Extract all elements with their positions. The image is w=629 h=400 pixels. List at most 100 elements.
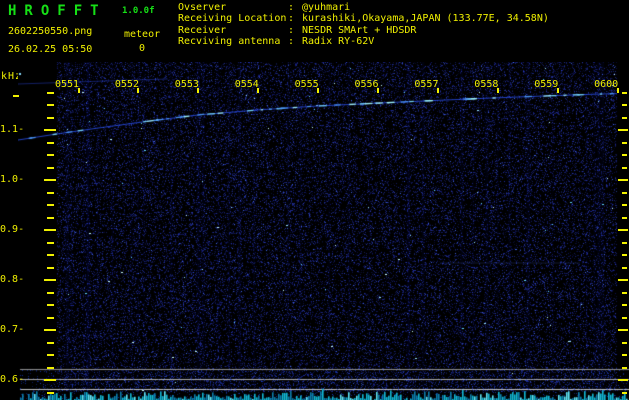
freq-axis-tick-left (47, 254, 54, 256)
hrofft-window: HROFFT 1.0.0f 2602250550.png meteor 26.0… (0, 0, 629, 400)
freq-axis-tick-left (47, 304, 54, 306)
time-axis-label: 0556 (354, 79, 379, 90)
time-axis-label: 0559 (534, 79, 559, 90)
station-info-row: Ovserver: @yuhmari (178, 2, 549, 13)
freq-axis-tick-right (622, 266, 627, 269)
freq-axis-tick-left (47, 116, 54, 119)
freq-axis-tick-right (622, 391, 627, 394)
time-axis-label: 0557 (414, 79, 439, 90)
freq-axis-tick-left (47, 166, 54, 169)
time-axis-label: 0554 (234, 79, 259, 90)
time-axis-label: 0551 (55, 79, 80, 90)
freq-axis-tick-right (622, 191, 627, 194)
freq-axis-tick-left (44, 179, 56, 181)
freq-axis-tick-right (618, 379, 628, 381)
freq-axis-tick-right (622, 366, 627, 369)
app-version: 1.0.0f (122, 6, 155, 16)
freq-axis-tick-left (47, 141, 54, 144)
freq-axis-tick-right (622, 216, 627, 219)
freq-axis-tick-right (622, 354, 627, 356)
freq-axis-tick-right (622, 116, 627, 119)
time-axis-label: 0553 (174, 79, 199, 90)
time-axis-tick (436, 88, 439, 93)
station-info: Ovserver: @yuhmari Receiving Location: ku… (178, 2, 549, 47)
freq-axis-tick-left (44, 129, 56, 131)
freq-axis-tick-left (47, 216, 54, 219)
freq-axis-tick-left (44, 229, 56, 231)
freq-axis-label: 0.9 (0, 224, 24, 235)
freq-axis-tick-left (47, 91, 54, 94)
freq-axis-tick-left (47, 266, 54, 269)
freq-axis-tick-left (47, 354, 54, 356)
freq-axis-tick-left (47, 154, 54, 156)
time-axis-tick (137, 88, 140, 93)
time-axis-tick (616, 88, 619, 93)
freq-axis-label: 0.8 (0, 274, 24, 285)
time-axis-tick (77, 88, 80, 93)
freq-axis-label: 1.1 (0, 124, 24, 135)
time-axis-tick (377, 88, 379, 93)
time-axis-label: 0600 (594, 79, 619, 90)
freq-axis-tick-right (622, 254, 627, 256)
freq-axis-tick-right (622, 304, 627, 306)
freq-axis-tick-right (622, 166, 627, 169)
station-info-label: Recviving antenna (178, 35, 281, 47)
freq-axis-tick-right (622, 91, 627, 94)
station-info-value: kurashiki,Okayama,JAPAN (133.77E, 34.58N… (296, 13, 549, 25)
freq-axis-tick-right (622, 341, 627, 344)
freq-axis-tick-left (47, 191, 54, 194)
station-info-row: Recviving antenna: Radix RY-62V (178, 36, 549, 47)
station-info-row: Receiving Location: kurashiki,Okayama,JA… (178, 13, 549, 24)
app-title: HROFFT (8, 3, 107, 19)
freq-axis-tick-left (44, 279, 56, 281)
freq-axis-tick-right (618, 329, 628, 331)
time-axis-label: 0558 (474, 79, 499, 90)
station-info-value: @yuhmari (296, 2, 351, 13)
time-axis-tick (317, 88, 320, 93)
freq-axis-tick-left (47, 241, 54, 244)
freq-axis-tick-right (622, 204, 627, 206)
freq-axis-tick-right (622, 141, 627, 144)
station-info-separator: : (288, 13, 295, 25)
freq-axis-tick-left (44, 379, 56, 381)
freq-axis-label: 0.7 (0, 324, 24, 335)
freq-axis-tick-right (622, 316, 627, 319)
freq-axis-tick-left (47, 391, 54, 394)
time-axis-label: 0555 (294, 79, 319, 90)
observation-datetime: 26.02.25 05:50 (8, 44, 93, 55)
observation-filename: 2602250550.png (8, 26, 93, 37)
freq-axis-tick-right (618, 129, 628, 131)
station-info-row: Receiver: NESDR SMArt + HDSDR (178, 25, 549, 36)
station-info-separator: : (288, 24, 295, 36)
freq-axis-tick-left (47, 291, 54, 294)
station-info-value: Radix RY-62V (296, 35, 375, 47)
station-info-label: Ovserver (178, 2, 227, 13)
freq-axis-tick-right (618, 229, 628, 231)
station-info-label: Receiving Location (178, 13, 287, 25)
freq-axis-tick-right (618, 279, 628, 281)
observation-mode-label: meteor (124, 29, 161, 40)
station-info-separator: : (288, 2, 295, 13)
station-info-separator: : (288, 35, 295, 47)
freq-axis-tick-left (47, 366, 54, 369)
freq-axis-tick-right (622, 154, 627, 156)
freq-axis-tick-right (622, 241, 627, 244)
axis-stray-tick (13, 95, 19, 97)
freq-axis-tick-left (44, 329, 56, 331)
station-info-value: NESDR SMArt + HDSDR (296, 24, 417, 36)
freq-axis-tick-left (47, 204, 54, 206)
freq-axis-label: 1.0 (0, 174, 24, 185)
time-axis-label: 0552 (114, 79, 139, 90)
station-info-label: Receiver (178, 24, 227, 36)
time-axis-tick (556, 88, 559, 93)
freq-axis-tick-right (622, 291, 627, 294)
freq-axis-tick-right (622, 104, 627, 106)
time-axis-tick (496, 88, 499, 93)
freq-axis-tick-left (47, 316, 54, 319)
freq-axis-label: 0.6 (0, 374, 24, 385)
time-axis-tick (257, 88, 260, 93)
time-axis-tick (197, 88, 200, 93)
spectrogram-canvas (18, 62, 629, 400)
freq-axis-tick-right (618, 179, 628, 181)
freq-axis-tick-left (47, 104, 54, 106)
